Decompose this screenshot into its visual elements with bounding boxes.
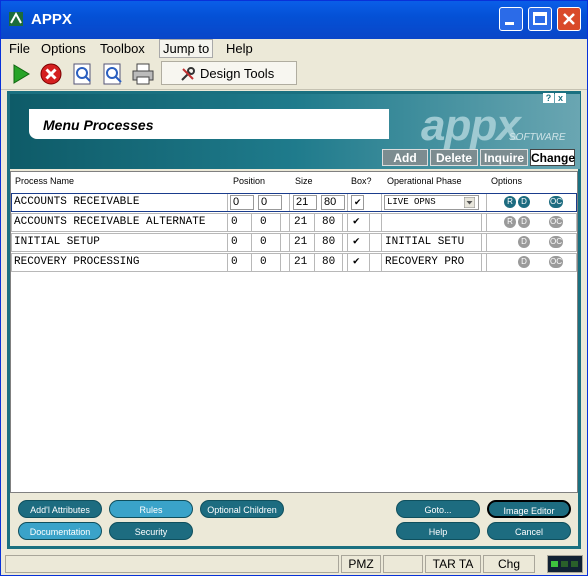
addl-attributes-button[interactable]: Add'l Attributes bbox=[18, 500, 102, 518]
close-icon bbox=[563, 13, 575, 25]
stop-icon[interactable] bbox=[39, 62, 63, 86]
table-row[interactable]: ACCOUNTS RECEIVABLE 0 0 21 80 ✔ LIVE OPN… bbox=[11, 193, 577, 212]
option-oc-icon[interactable]: OC bbox=[549, 216, 563, 228]
table-row[interactable]: ACCOUNTS RECEIVABLE ALTERNATE 0 0 21 80 … bbox=[11, 213, 577, 232]
option-r-icon[interactable]: R bbox=[504, 196, 516, 208]
table-row[interactable]: INITIAL SETUP 0 0 21 80 ✔ INITIAL SETU D… bbox=[11, 233, 577, 252]
zoom-preview-icon[interactable] bbox=[101, 62, 125, 86]
option-d-icon[interactable]: D bbox=[518, 216, 530, 228]
option-oc-icon[interactable]: OC bbox=[549, 196, 563, 208]
phase-value bbox=[385, 214, 482, 231]
app-window: APPX File Options Toolbox Jump to Help D… bbox=[0, 0, 588, 576]
app-icon bbox=[9, 11, 23, 26]
option-d-icon[interactable]: D bbox=[518, 236, 530, 248]
size-rows-field[interactable]: 21 bbox=[293, 195, 317, 210]
change-button[interactable]: Change bbox=[530, 149, 575, 166]
position-row: 0 bbox=[231, 254, 252, 271]
page-title: Menu Processes bbox=[43, 117, 154, 133]
process-name: RECOVERY PROCESSING bbox=[14, 254, 228, 271]
activity-indicator bbox=[547, 555, 583, 573]
appx-logo: appx bbox=[421, 101, 521, 150]
position-row: 0 bbox=[231, 234, 252, 251]
size-cols: 80 bbox=[322, 214, 343, 231]
size-cols-field[interactable]: 80 bbox=[321, 195, 345, 210]
status-chg: Chg bbox=[483, 555, 535, 573]
size-cols: 80 bbox=[322, 234, 343, 251]
position-row: 0 bbox=[231, 214, 252, 231]
status-bar: PMZ TAR TA Chg bbox=[1, 553, 587, 575]
position-col: 0 bbox=[260, 234, 281, 251]
design-tools-label: Design Tools bbox=[200, 66, 275, 81]
window-title: APPX bbox=[31, 11, 72, 28]
option-d-icon[interactable]: D bbox=[518, 196, 530, 208]
menu-jump-to[interactable]: Jump to bbox=[159, 39, 214, 58]
col-position: Position bbox=[233, 176, 266, 186]
col-box: Box? bbox=[351, 176, 372, 186]
menu-file[interactable]: File bbox=[9, 41, 30, 56]
table-row[interactable]: RECOVERY PROCESSING 0 0 21 80 ✔ RECOVERY… bbox=[11, 253, 577, 272]
process-name: ACCOUNTS RECEIVABLE ALTERNATE bbox=[14, 214, 228, 231]
box-check: ✔ bbox=[353, 234, 370, 251]
size-cols: 80 bbox=[322, 254, 343, 271]
box-check: ✔ bbox=[353, 254, 370, 271]
page-title-box: Menu Processes bbox=[29, 109, 389, 139]
process-name: ACCOUNTS RECEIVABLE bbox=[14, 194, 228, 211]
menu-toolbox[interactable]: Toolbox bbox=[100, 41, 145, 56]
box-check: ✔ bbox=[353, 214, 370, 231]
option-oc-icon[interactable]: OC bbox=[549, 256, 563, 268]
tools-icon bbox=[181, 67, 195, 81]
goto-button[interactable]: Goto... bbox=[396, 500, 480, 518]
position-col: 0 bbox=[260, 254, 281, 271]
col-operational-phase: Operational Phase bbox=[387, 176, 462, 186]
menu-options[interactable]: Options bbox=[41, 41, 86, 56]
preview-icon[interactable] bbox=[71, 62, 95, 86]
appx-logo-subtitle: SOFTWARE bbox=[509, 132, 566, 143]
size-rows: 21 bbox=[294, 214, 315, 231]
status-tar: TAR TA bbox=[425, 555, 481, 573]
position-row-field[interactable]: 0 bbox=[230, 195, 254, 210]
help-icon[interactable]: ? bbox=[543, 93, 554, 103]
image-editor-button[interactable]: Image Editor bbox=[487, 500, 571, 518]
position-col: 0 bbox=[260, 214, 281, 231]
cancel-button[interactable]: Cancel bbox=[487, 522, 571, 540]
title-bar: APPX bbox=[1, 1, 587, 39]
security-button[interactable]: Security bbox=[109, 522, 193, 540]
design-tools-button[interactable]: Design Tools bbox=[161, 61, 297, 85]
help-button[interactable]: Help bbox=[396, 522, 480, 540]
activity-led-icon bbox=[551, 561, 578, 567]
option-d-icon[interactable]: D bbox=[518, 256, 530, 268]
run-icon[interactable] bbox=[9, 62, 33, 86]
minimize-button[interactable] bbox=[499, 7, 523, 31]
add-button[interactable]: Add bbox=[382, 149, 428, 166]
close-panel-icon[interactable]: x bbox=[555, 93, 566, 103]
box-checkbox[interactable]: ✔ bbox=[351, 195, 364, 210]
status-message bbox=[5, 555, 339, 573]
chevron-down-icon[interactable] bbox=[464, 197, 475, 208]
menu-help[interactable]: Help bbox=[226, 41, 253, 56]
documentation-button[interactable]: Documentation bbox=[18, 522, 102, 540]
minimize-icon bbox=[505, 22, 514, 25]
optional-children-button[interactable]: Optional Children bbox=[200, 500, 284, 518]
col-options: Options bbox=[491, 176, 523, 186]
print-icon[interactable] bbox=[131, 62, 155, 86]
inquire-button[interactable]: Inquire bbox=[480, 149, 528, 166]
col-process-name: Process Name bbox=[15, 176, 75, 186]
option-oc-icon[interactable]: OC bbox=[549, 236, 563, 248]
process-name: INITIAL SETUP bbox=[14, 234, 228, 251]
phase-value: RECOVERY PRO bbox=[385, 254, 482, 271]
size-rows: 21 bbox=[294, 234, 315, 251]
menu-bar: File Options Toolbox Jump to Help bbox=[1, 39, 587, 59]
rules-button[interactable]: Rules bbox=[109, 500, 193, 518]
col-size: Size bbox=[295, 176, 313, 186]
status-pmz: PMZ bbox=[341, 555, 381, 573]
maximize-icon bbox=[533, 12, 547, 25]
maximize-button[interactable] bbox=[528, 7, 552, 31]
size-rows: 21 bbox=[294, 254, 315, 271]
close-button[interactable] bbox=[557, 7, 581, 31]
position-col-field[interactable]: 0 bbox=[258, 195, 282, 210]
phase-value: INITIAL SETU bbox=[385, 234, 482, 251]
status-blank bbox=[383, 555, 423, 573]
delete-button[interactable]: Delete bbox=[430, 149, 478, 166]
option-r-icon[interactable]: R bbox=[504, 216, 516, 228]
